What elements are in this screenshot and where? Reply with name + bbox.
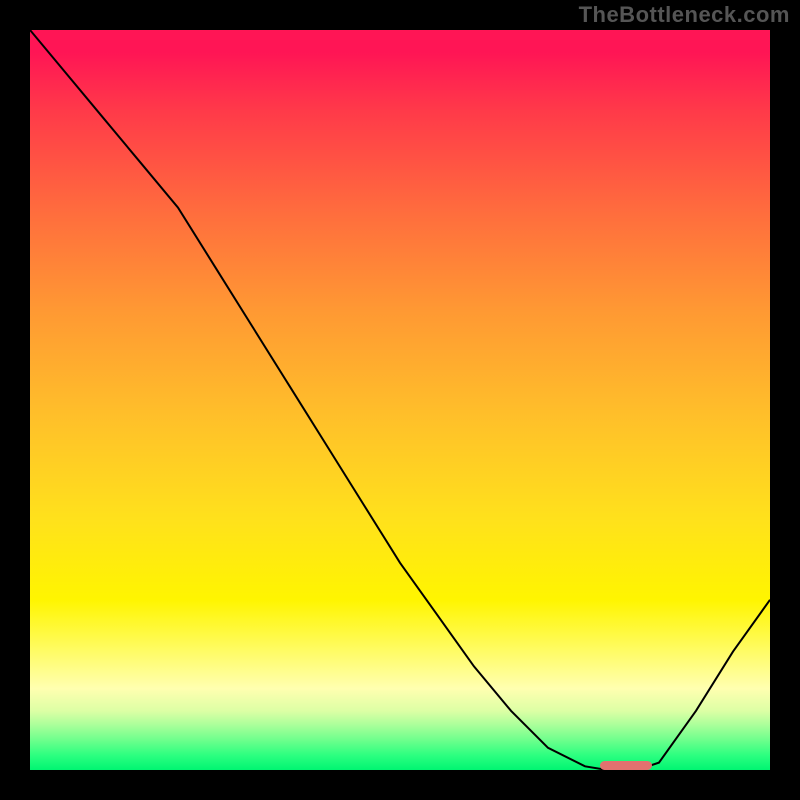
- plot-area: [30, 30, 770, 770]
- curve-svg: [30, 30, 770, 770]
- bottleneck-curve-path: [30, 30, 770, 770]
- chart-stage: TheBottleneck.com: [0, 0, 800, 800]
- optimal-range-marker: [600, 761, 652, 770]
- watermark-text: TheBottleneck.com: [579, 2, 790, 28]
